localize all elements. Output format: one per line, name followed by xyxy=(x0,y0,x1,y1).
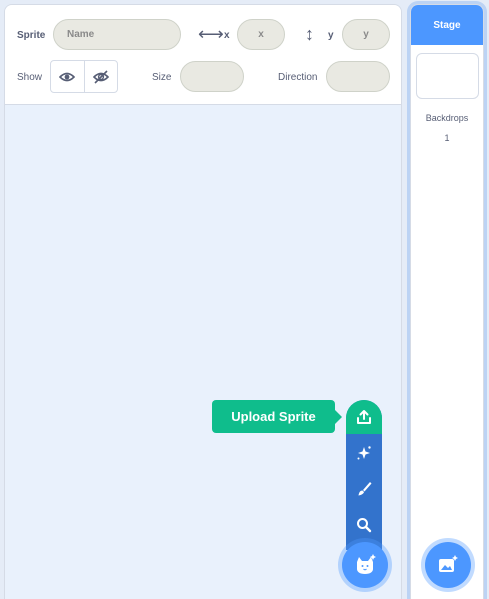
sprite-label: Sprite xyxy=(17,30,46,41)
y-input[interactable]: y xyxy=(342,19,390,50)
y-label: y xyxy=(328,30,334,41)
x-arrows-icon: ⟷ xyxy=(198,24,224,44)
upload-sprite-tooltip: Upload Sprite xyxy=(212,400,342,433)
sprite-pane: Sprite Name ⟷ x x ↕ y y Show Size Direct… xyxy=(4,4,402,599)
sprite-menu xyxy=(346,400,382,550)
sprite-info-panel: Sprite Name ⟷ x x ↕ y y Show Size Direct… xyxy=(5,5,401,105)
upload-icon xyxy=(357,410,371,424)
direction-input[interactable] xyxy=(326,61,390,92)
x-label: x xyxy=(224,30,230,41)
show-label: Show xyxy=(17,72,43,83)
stage-thumbnail[interactable] xyxy=(416,53,479,99)
upload-sprite-button[interactable] xyxy=(346,400,382,434)
choose-sprite-search-button[interactable] xyxy=(346,508,382,542)
eye-slash-icon xyxy=(92,69,109,84)
add-backdrop-icon xyxy=(439,555,458,572)
cat-add-icon xyxy=(357,554,376,574)
show-toggle-group xyxy=(50,60,118,93)
surprise-sprite-button[interactable] xyxy=(346,436,382,470)
choose-backdrop-button[interactable] xyxy=(425,542,471,588)
surprise-icon xyxy=(357,446,371,460)
stage-pane: Stage Backdrops 1 xyxy=(410,4,484,599)
show-visible-button[interactable] xyxy=(51,61,84,92)
show-hidden-button[interactable] xyxy=(83,61,118,92)
paint-sprite-button[interactable] xyxy=(346,472,382,506)
y-arrows-icon: ↕ xyxy=(305,24,314,44)
size-label: Size xyxy=(152,72,172,83)
size-input[interactable] xyxy=(180,61,244,92)
backdrops-label: Backdrops xyxy=(425,113,469,123)
choose-sprite-button[interactable] xyxy=(342,542,388,588)
backdrops-count: 1 xyxy=(444,133,450,143)
stage-header[interactable]: Stage xyxy=(411,5,483,45)
eye-icon xyxy=(59,72,76,81)
sprite-name-input[interactable]: Name xyxy=(53,19,181,50)
search-icon xyxy=(357,518,372,533)
paint-brush-icon xyxy=(358,482,372,496)
x-input[interactable]: x xyxy=(237,19,285,50)
direction-label: Direction xyxy=(278,72,318,83)
